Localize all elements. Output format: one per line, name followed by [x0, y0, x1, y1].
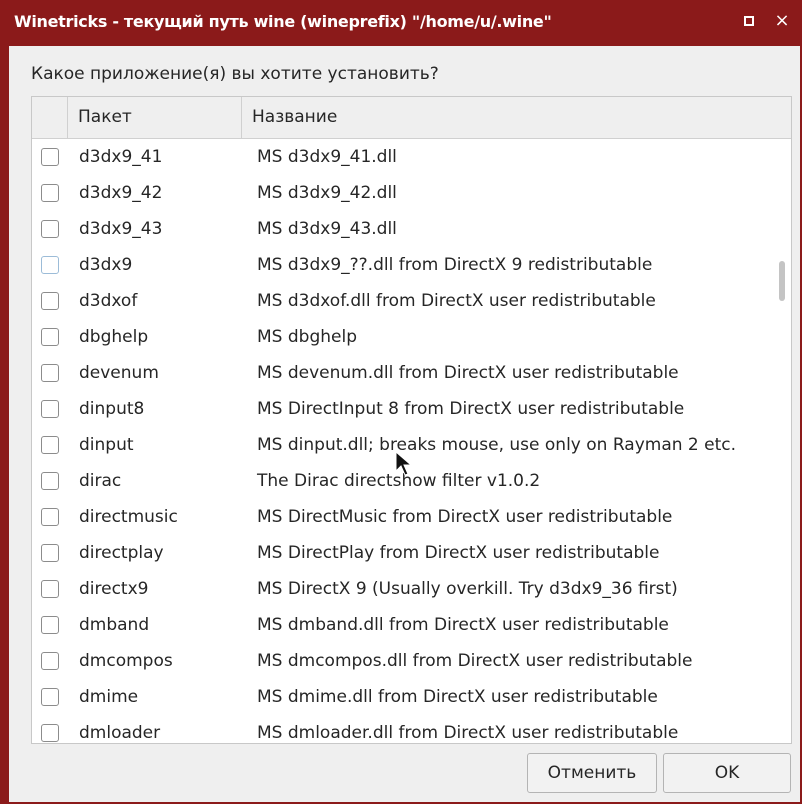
package-id: d3dx9_41 — [79, 147, 163, 167]
package-id: dinput — [79, 435, 134, 455]
package-description: MS DirectMusic from DirectX user redistr… — [257, 507, 673, 527]
package-checkbox[interactable] — [41, 328, 59, 346]
winetricks-dialog: Winetricks - текущий путь wine (winepref… — [9, 0, 800, 802]
list-rows: d3dx9_41 MS d3dx9_41.dll d3dx9_42 MS d3dx9_… — [32, 139, 772, 743]
package-checkbox[interactable] — [41, 148, 59, 166]
list-item[interactable]: dmime MS dmime.dll from DirectX user redi… — [32, 679, 772, 715]
package-list: Пакет Название d3dx9_41 MS d3dx9_41.dll d3… — [31, 96, 792, 744]
prompt-label: Какое приложение(я) вы хотите установить… — [31, 64, 439, 84]
list-item[interactable]: directx9 MS DirectX 9 (Usually overkill. … — [32, 571, 772, 607]
list-item[interactable]: d3dx9_41 MS d3dx9_41.dll — [32, 139, 772, 175]
scrollbar-thumb[interactable] — [779, 261, 785, 301]
header-checkbox-column[interactable] — [32, 97, 68, 138]
header-name[interactable]: Название — [242, 97, 791, 138]
package-description: MS DirectX 9 (Usually overkill. Try d3dx… — [257, 579, 678, 599]
package-checkbox[interactable] — [41, 436, 59, 454]
package-id: directplay — [79, 543, 164, 563]
package-checkbox[interactable] — [41, 292, 59, 310]
package-checkbox[interactable] — [41, 580, 59, 598]
package-description: MS d3dx9_??.dll from DirectX 9 redistrib… — [257, 255, 653, 275]
package-description: MS DirectPlay from DirectX user redistri… — [257, 543, 660, 563]
package-description: MS d3dx9_43.dll — [257, 219, 397, 239]
title-bar[interactable]: Winetricks - текущий путь wine (winepref… — [9, 0, 800, 46]
list-item[interactable]: d3dx9_42 MS d3dx9_42.dll — [32, 175, 772, 211]
package-id: dinput8 — [79, 399, 145, 419]
package-id: dmime — [79, 687, 139, 707]
package-id: dmband — [79, 615, 150, 635]
list-item[interactable]: d3dx9_43 MS d3dx9_43.dll — [32, 211, 772, 247]
package-id: d3dx9_43 — [79, 219, 163, 239]
list-item[interactable]: directmusic MS DirectMusic from DirectX u… — [32, 499, 772, 535]
package-id: d3dx9_42 — [79, 183, 163, 203]
package-checkbox[interactable] — [41, 220, 59, 238]
ok-button[interactable]: OK — [663, 753, 791, 793]
package-id: dbghelp — [79, 327, 149, 347]
header-package[interactable]: Пакет — [68, 97, 242, 138]
package-id: dmloader — [79, 723, 161, 743]
package-id: d3dx9 — [79, 255, 133, 275]
package-id: devenum — [79, 363, 159, 383]
package-id: dirac — [79, 471, 122, 491]
package-description: MS dinput.dll; breaks mouse, use only on… — [257, 435, 737, 455]
package-checkbox[interactable] — [41, 472, 59, 490]
list-header: Пакет Название — [32, 97, 791, 139]
package-description: MS d3dx9_41.dll — [257, 147, 397, 167]
package-description: MS d3dx9_42.dll — [257, 183, 397, 203]
list-item[interactable]: dbghelp MS dbghelp — [32, 319, 772, 355]
package-checkbox[interactable] — [41, 256, 59, 274]
package-checkbox[interactable] — [41, 724, 59, 742]
package-description: MS dmband.dll from DirectX user redistri… — [257, 615, 669, 635]
window-border-left — [0, 0, 9, 804]
list-item[interactable]: d3dx9 MS d3dx9_??.dll from DirectX 9 redi… — [32, 247, 772, 283]
list-item[interactable]: dmband MS dmband.dll from DirectX user re… — [32, 607, 772, 643]
package-description: MS dmcompos.dll from DirectX user redist… — [257, 651, 693, 671]
vertical-scrollbar[interactable] — [772, 139, 791, 743]
package-id: directmusic — [79, 507, 178, 527]
list-item[interactable]: dmloader MS dmloader.dll from DirectX use… — [32, 715, 772, 743]
window-title: Winetricks - текущий путь wine (winepref… — [14, 12, 552, 31]
maximize-icon — [744, 16, 754, 26]
list-item[interactable]: devenum MS devenum.dll from DirectX user … — [32, 355, 772, 391]
package-checkbox[interactable] — [41, 544, 59, 562]
maximize-button[interactable] — [736, 8, 762, 34]
package-id: dmcompos — [79, 651, 173, 671]
package-description: MS dmloader.dll from DirectX user redist… — [257, 723, 679, 743]
package-description: MS dmime.dll from DirectX user redistrib… — [257, 687, 658, 707]
package-id: directx9 — [79, 579, 149, 599]
package-checkbox[interactable] — [41, 652, 59, 670]
cancel-button[interactable]: Отменить — [527, 753, 657, 793]
package-description: MS d3dxof.dll from DirectX user redistri… — [257, 291, 656, 311]
package-checkbox[interactable] — [41, 364, 59, 382]
package-checkbox[interactable] — [41, 184, 59, 202]
list-item[interactable]: dmcompos MS dmcompos.dll from DirectX use… — [32, 643, 772, 679]
close-icon: × — [774, 10, 790, 31]
package-description: MS devenum.dll from DirectX user redistr… — [257, 363, 679, 383]
list-item[interactable]: dinput8 MS DirectInput 8 from DirectX use… — [32, 391, 772, 427]
close-button[interactable]: × — [769, 8, 795, 34]
package-checkbox[interactable] — [41, 688, 59, 706]
package-description: MS DirectInput 8 from DirectX user redis… — [257, 399, 685, 419]
package-checkbox[interactable] — [41, 400, 59, 418]
list-item[interactable]: d3dxof MS d3dxof.dll from DirectX user re… — [32, 283, 772, 319]
package-description: MS dbghelp — [257, 327, 357, 347]
list-item[interactable]: directplay MS DirectPlay from DirectX use… — [32, 535, 772, 571]
package-id: d3dxof — [79, 291, 138, 311]
package-checkbox[interactable] — [41, 508, 59, 526]
mouse-pointer-icon — [395, 451, 413, 476]
package-checkbox[interactable] — [41, 616, 59, 634]
